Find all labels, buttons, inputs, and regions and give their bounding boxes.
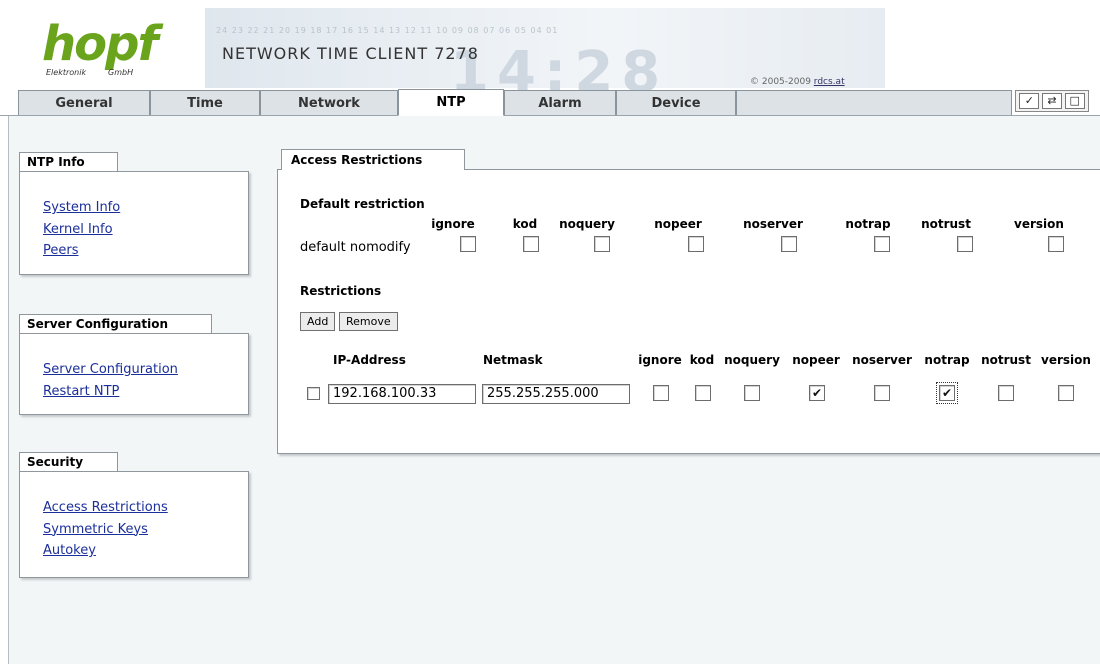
- default-version-checkbox[interactable]: [1048, 236, 1064, 252]
- logo-sub-right: GmbH: [108, 68, 134, 77]
- col-noserver: noserver: [852, 353, 912, 367]
- netmask-field[interactable]: 255.255.255.000: [482, 384, 630, 404]
- link-system-info[interactable]: System Info: [43, 197, 248, 219]
- row-nopeer-checkbox[interactable]: [809, 385, 825, 401]
- tab-bar: General Time Network NTP Alarm Device: [0, 88, 1100, 116]
- logo-word: hopf: [42, 16, 158, 72]
- save-icon[interactable]: □: [1064, 93, 1085, 109]
- default-notrap-checkbox[interactable]: [874, 236, 890, 252]
- default-nopeer-checkbox[interactable]: [688, 236, 704, 252]
- tab-alarm[interactable]: Alarm: [504, 90, 616, 115]
- hopf-logo: hopf Elektronik GmbH: [42, 18, 172, 80]
- tab-time[interactable]: Time: [150, 90, 260, 115]
- toolbar: ✓ ⇄ □: [1015, 90, 1089, 112]
- col-nopeer: nopeer: [792, 353, 840, 367]
- row-noserver-checkbox[interactable]: [874, 385, 890, 401]
- server-configuration-title: Server Configuration: [19, 314, 212, 333]
- link-restart-ntp[interactable]: Restart NTP: [43, 381, 248, 403]
- default-notrust-checkbox[interactable]: [957, 236, 973, 252]
- ip-address-field[interactable]: 192.168.100.33: [328, 384, 476, 404]
- default-col-notrust: notrust: [921, 217, 971, 231]
- tab-general[interactable]: General: [18, 90, 150, 115]
- remove-button[interactable]: Remove: [339, 312, 398, 331]
- col-notrap: notrap: [924, 353, 970, 367]
- security-title: Security: [19, 452, 118, 471]
- default-col-noserver: noserver: [743, 217, 803, 231]
- row-select-checkbox[interactable]: [307, 387, 320, 400]
- logo-sub-left: Elektronik: [46, 68, 87, 77]
- default-kod-checkbox[interactable]: [523, 236, 539, 252]
- checkmark-icon[interactable]: ✓: [1019, 93, 1040, 109]
- link-server-configuration[interactable]: Server Configuration: [43, 359, 248, 381]
- row-notrust-checkbox[interactable]: [998, 385, 1014, 401]
- header-digits: 24 23 22 21 20 19 18 17 16 15 14 13 12 1…: [216, 26, 559, 35]
- ntp-info-panel: System Info Kernel Info Peers: [19, 171, 249, 275]
- security-panel: Access Restrictions Symmetric Keys Autok…: [19, 471, 249, 578]
- content-area: System Info Kernel Info Peers NTP Info S…: [8, 116, 1100, 664]
- row-noquery-checkbox[interactable]: [744, 385, 760, 401]
- link-access-restrictions[interactable]: Access Restrictions: [43, 497, 248, 519]
- link-autokey[interactable]: Autokey: [43, 540, 248, 562]
- col-noquery: noquery: [724, 353, 780, 367]
- ntp-info-title: NTP Info: [19, 152, 118, 171]
- add-button[interactable]: Add: [300, 312, 336, 331]
- col-version: version: [1041, 353, 1091, 367]
- default-ignore-checkbox[interactable]: [460, 236, 476, 252]
- default-restriction-label: Default restriction: [300, 197, 425, 211]
- tab-filler: [736, 90, 1012, 115]
- default-col-noquery: noquery: [559, 217, 615, 231]
- col-notrust: notrust: [981, 353, 1031, 367]
- product-title: NETWORK TIME CLIENT 7278: [222, 44, 479, 63]
- row-version-checkbox[interactable]: [1058, 385, 1074, 401]
- copyright-link[interactable]: rdcs.at: [814, 77, 845, 87]
- col-ip-address: IP-Address: [333, 353, 406, 367]
- restrictions-label: Restrictions: [300, 284, 382, 298]
- default-col-notrap: notrap: [845, 217, 891, 231]
- col-kod: kod: [689, 353, 715, 367]
- link-kernel-info[interactable]: Kernel Info: [43, 219, 248, 241]
- tab-network[interactable]: Network: [260, 90, 398, 115]
- default-noserver-checkbox[interactable]: [781, 236, 797, 252]
- link-peers[interactable]: Peers: [43, 240, 248, 262]
- tab-device[interactable]: Device: [616, 90, 736, 115]
- server-configuration-panel: Server Configuration Restart NTP: [19, 333, 249, 415]
- col-ignore: ignore: [638, 353, 682, 367]
- row-kod-checkbox[interactable]: [695, 385, 711, 401]
- row-ignore-checkbox[interactable]: [653, 385, 669, 401]
- default-noquery-checkbox[interactable]: [594, 236, 610, 252]
- default-col-kod: kod: [512, 217, 538, 231]
- row-notrap-checkbox[interactable]: [936, 382, 958, 404]
- default-col-version: version: [1014, 217, 1064, 231]
- header: 24 23 22 21 20 19 18 17 16 15 14 13 12 1…: [0, 0, 1100, 105]
- default-col-ignore: ignore: [431, 217, 475, 231]
- copyright-text: © 2005-2009: [750, 77, 811, 87]
- access-restrictions-panel: Default restriction ignore kod noquery n…: [277, 169, 1100, 454]
- col-netmask: Netmask: [483, 353, 543, 367]
- link-symmetric-keys[interactable]: Symmetric Keys: [43, 519, 248, 541]
- copyright: © 2005-2009 rdcs.at: [750, 77, 845, 87]
- access-restrictions-title: Access Restrictions: [281, 149, 465, 170]
- default-col-nopeer: nopeer: [654, 217, 702, 231]
- reload-icon[interactable]: ⇄: [1041, 93, 1062, 109]
- default-nomodify-label: default nomodify: [300, 240, 411, 255]
- tab-ntp[interactable]: NTP: [398, 89, 504, 116]
